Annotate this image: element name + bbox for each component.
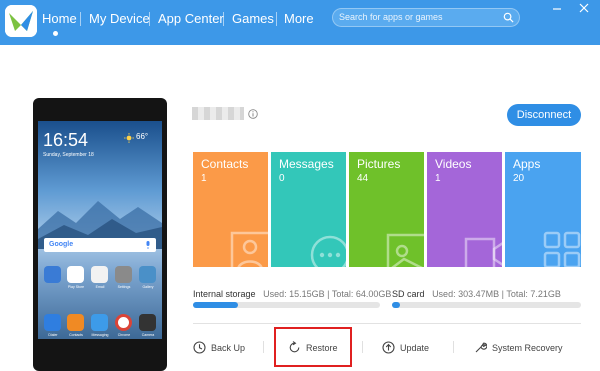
- sun-icon: [124, 133, 134, 143]
- device-name-redacted: [192, 107, 244, 120]
- phone-screen: 16:54 Sunday, September 18 66° Google Pl…: [38, 121, 162, 339]
- back-up-button[interactable]: Back Up: [193, 341, 253, 355]
- nav-divider: [80, 12, 81, 26]
- tile-label: Videos: [435, 157, 472, 171]
- tile-label: Apps: [513, 157, 541, 171]
- internal-storage-used: Used: 15.15GB: [263, 289, 325, 299]
- app-icon: [44, 266, 61, 283]
- app-label: Camera: [141, 333, 155, 337]
- search-placeholder: Search for apps or games: [339, 12, 443, 22]
- nav-more[interactable]: More: [284, 11, 314, 27]
- tile-messages[interactable]: Messages 0: [271, 152, 346, 267]
- internal-storage-fill: [193, 302, 238, 308]
- app-label: Email: [95, 285, 105, 289]
- app-label: Settings: [117, 285, 131, 289]
- nav-games[interactable]: Games: [232, 11, 274, 27]
- update-button[interactable]: Update: [382, 341, 434, 355]
- action-divider: [453, 341, 454, 353]
- active-tab-indicator: [53, 31, 58, 36]
- tile-count: 0: [279, 173, 285, 184]
- internal-storage-label: Internal storage: [193, 289, 256, 299]
- tile-contacts[interactable]: Contacts 1: [193, 152, 268, 267]
- tile-count: 1: [201, 173, 207, 184]
- upload-arrow-icon: [382, 341, 395, 354]
- search-input[interactable]: Search for apps or games: [332, 8, 520, 27]
- email-icon: [91, 266, 108, 283]
- app-label: Gallery: [142, 285, 154, 289]
- play-store-icon: [67, 266, 84, 283]
- phone-clock: 16:54: [43, 130, 89, 150]
- nav-app-center[interactable]: App Center: [158, 11, 224, 27]
- tile-pictures[interactable]: Pictures 44: [349, 152, 424, 267]
- tile-count: 44: [357, 173, 369, 184]
- tile-label: Pictures: [357, 157, 401, 171]
- sd-card-label: SD card: [392, 289, 425, 299]
- app-logo-icon[interactable]: [5, 5, 37, 37]
- tile-count: 20: [513, 173, 525, 184]
- search-icon[interactable]: [503, 12, 514, 23]
- phone-temperature: 66°: [136, 132, 149, 141]
- contacts-app-icon: [67, 314, 84, 331]
- sd-card-used: Used: 303.47MB: [432, 289, 500, 299]
- top-navigation-bar: Home My Device App Center Games More Sea…: [0, 0, 600, 45]
- settings-icon: [115, 266, 132, 283]
- phone-date: Sunday, September 18: [43, 152, 94, 158]
- gallery-icon: [139, 266, 156, 283]
- sd-card-info: SD card Used: 303.47MB | Total: 7.21GB: [392, 289, 561, 300]
- nav-divider: [276, 12, 277, 26]
- tile-videos[interactable]: Videos 1: [427, 152, 502, 267]
- internal-storage-bar: [193, 302, 380, 308]
- update-label: Update: [400, 343, 430, 353]
- tile-label: Contacts: [201, 157, 249, 171]
- action-divider: [362, 341, 363, 353]
- app-label: Contacts: [69, 333, 83, 337]
- chat-bubble-icon: [310, 235, 346, 267]
- person-icon: [230, 231, 268, 267]
- system-recovery-button[interactable]: System Recovery: [474, 341, 564, 355]
- minimize-icon[interactable]: [551, 2, 563, 14]
- app-label: Chrome: [117, 333, 131, 337]
- nav-my-device[interactable]: My Device: [89, 11, 150, 27]
- restore-highlight-box: [274, 327, 352, 367]
- wrench-icon: [475, 342, 487, 353]
- mic-icon: [146, 241, 150, 249]
- dialer-icon: [44, 314, 61, 331]
- clock-icon: [193, 341, 206, 354]
- chrome-icon: [115, 314, 132, 331]
- app-label: Dialer: [48, 333, 58, 337]
- action-divider: [263, 341, 264, 353]
- app-label: Messaging: [91, 333, 109, 337]
- grid-icon: [543, 231, 581, 267]
- google-logo: Google: [49, 241, 74, 248]
- close-icon[interactable]: [578, 2, 590, 14]
- section-divider: [193, 323, 581, 324]
- nav-home[interactable]: Home: [42, 11, 77, 27]
- google-search-widget: Google: [44, 238, 156, 252]
- video-camera-icon: [464, 237, 502, 267]
- tile-apps[interactable]: Apps 20: [505, 152, 581, 267]
- internal-storage-total: Total: 64.00GB: [331, 289, 392, 299]
- app-label: Play Store: [67, 285, 85, 289]
- sd-card-bar: [392, 302, 581, 308]
- tile-label: Messages: [279, 157, 334, 171]
- storage-separator: |: [501, 289, 504, 299]
- tile-count: 1: [435, 173, 441, 184]
- sd-card-fill: [392, 302, 400, 308]
- nav-divider: [223, 12, 224, 26]
- camera-icon: [139, 314, 156, 331]
- internal-storage-info: Internal storage Used: 15.15GB | Total: …: [193, 289, 391, 300]
- messaging-icon: [91, 314, 108, 331]
- back-up-label: Back Up: [211, 343, 246, 353]
- picture-icon: [386, 233, 424, 267]
- sd-card-total: Total: 7.21GB: [506, 289, 561, 299]
- system-recovery-label: System Recovery: [492, 343, 563, 353]
- nav-divider: [149, 12, 150, 26]
- storage-separator: |: [327, 289, 330, 299]
- info-icon[interactable]: [248, 109, 258, 119]
- disconnect-button[interactable]: Disconnect: [507, 104, 581, 126]
